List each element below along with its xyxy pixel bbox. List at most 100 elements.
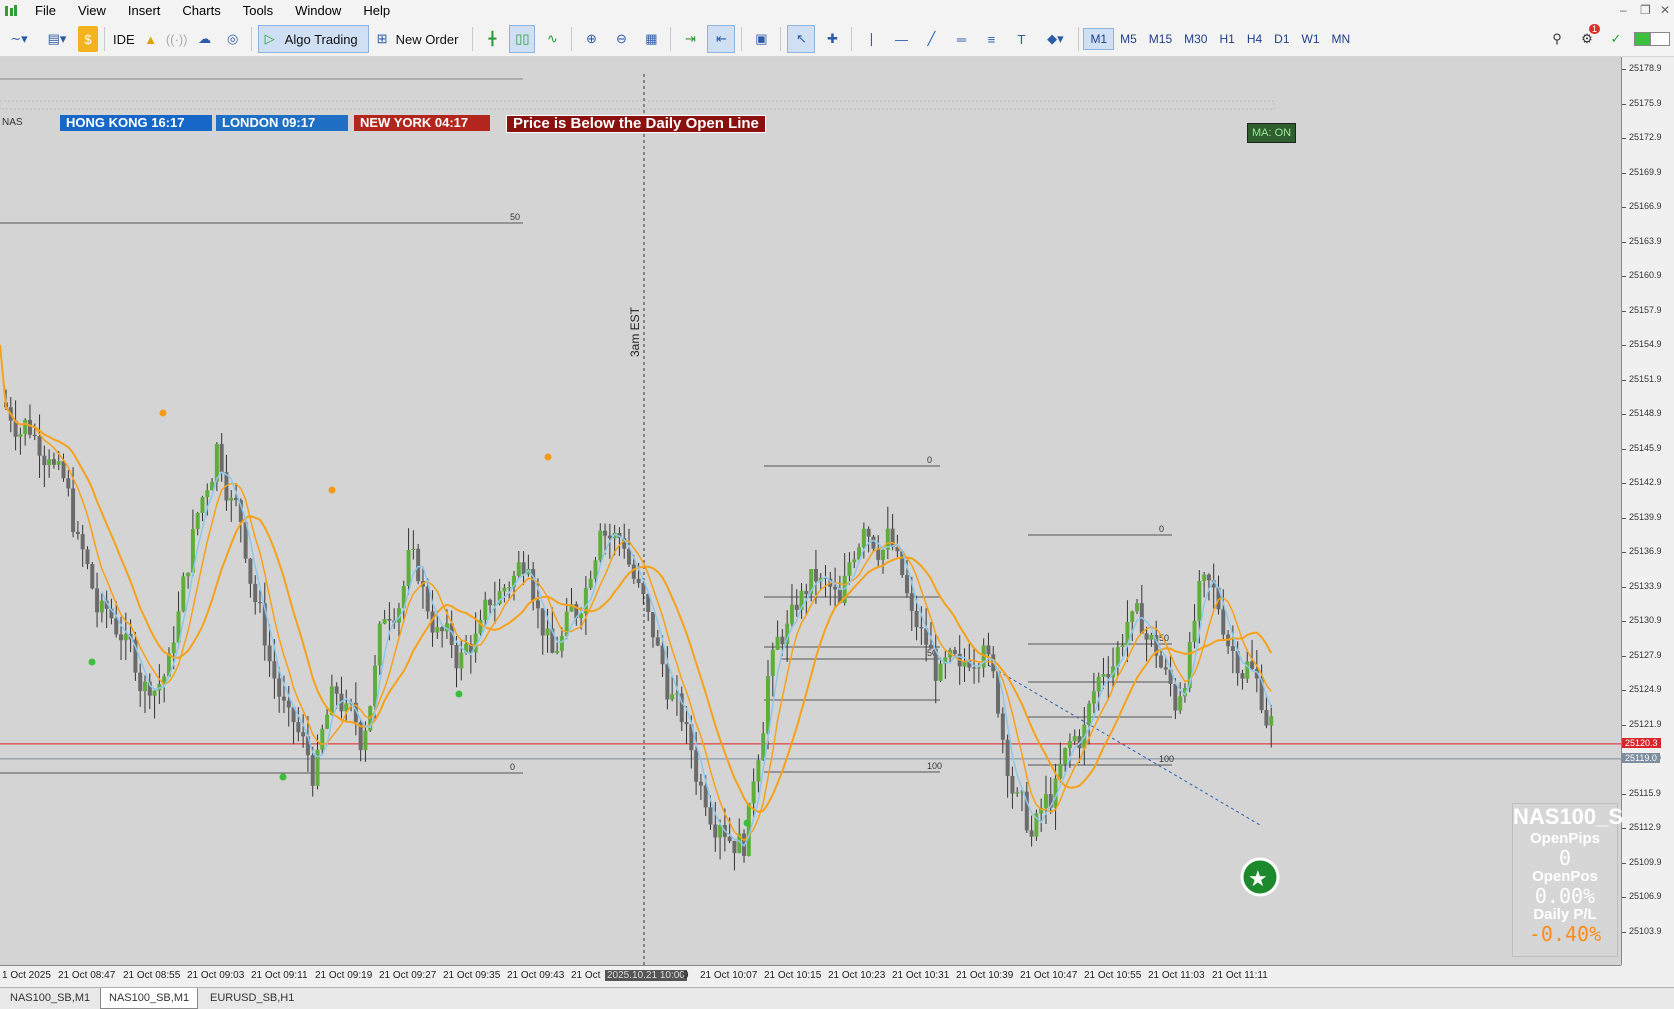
time-tick-label: 21 Oct 10:55 <box>1084 970 1142 981</box>
price-tick-label: 25121.9 <box>1629 718 1662 729</box>
candle-body-23 <box>114 618 119 635</box>
candle-body-244 <box>1173 683 1178 711</box>
candle-body-136 <box>655 637 660 646</box>
candle-body-122 <box>588 578 593 589</box>
candle-body-42 <box>205 490 210 498</box>
candle-body-47 <box>229 497 234 501</box>
horizontal-line-icon[interactable]: — <box>888 26 914 52</box>
candle-body-193 <box>928 644 933 649</box>
price-tick: 25103.9 <box>1622 926 1662 936</box>
menu-charts[interactable]: Charts <box>171 0 231 22</box>
chart-area[interactable]: 50 0 0 50 100 0 50 100 ★ HONG KONG 16:17 LONDON … <box>0 57 1621 965</box>
menu-window[interactable]: Window <box>284 0 352 22</box>
tf-h1[interactable]: H1 <box>1213 29 1240 49</box>
line-chart-icon[interactable]: ∿ <box>539 26 565 52</box>
price-tick-label: 25145.9 <box>1629 442 1662 453</box>
candle-body-18 <box>90 564 95 589</box>
toolbar: ∼▾ ▤▾ $ IDE ▲ ((·)) ☁ ◎ ▷ Algo Trading ⊞ N… <box>0 22 1674 57</box>
candle-body-45 <box>219 444 224 473</box>
signal-strength-icon[interactable]: ✓ <box>1604 26 1628 52</box>
algo-trading-button[interactable]: ▷ Algo Trading <box>257 25 369 53</box>
menu-view[interactable]: View <box>67 0 117 22</box>
chart-canvas[interactable]: 500050100050100★ <box>0 57 1621 965</box>
candle-body-28 <box>138 672 143 692</box>
bar-chart-icon[interactable]: ╋ <box>479 26 505 52</box>
time-tick-label: 21 Oct 09:03 <box>187 970 245 981</box>
restore-icon[interactable]: ❐ <box>1640 3 1651 17</box>
tf-m5[interactable]: M5 <box>1114 29 1143 49</box>
close-icon[interactable]: ✕ <box>1660 3 1670 17</box>
candle-body-115 <box>555 650 560 653</box>
candle-body-235 <box>1130 611 1135 622</box>
zoom-out-icon[interactable]: ⊖ <box>608 26 634 52</box>
tf-m1[interactable]: M1 <box>1083 28 1115 50</box>
price-tick: 25133.9 <box>1622 581 1662 591</box>
ide-button[interactable]: IDE <box>109 32 139 47</box>
notifications-icon[interactable]: ⚙ 1 <box>1574 24 1600 52</box>
candle-body-15 <box>75 531 80 535</box>
candle-body-167 <box>804 590 809 595</box>
screenshot-icon[interactable]: ▣ <box>748 26 774 52</box>
tab-nas100-2[interactable]: NAS100_SB,M1 <box>100 988 199 1009</box>
signal-icon[interactable]: ((·)) <box>165 26 189 52</box>
minimize-icon[interactable]: – <box>1620 3 1627 17</box>
cloud-icon[interactable]: ☁ <box>193 26 217 52</box>
candlestick-icon[interactable]: ▯▯ <box>509 25 536 53</box>
cursor-icon[interactable]: ↖ <box>787 25 816 53</box>
new-order-button[interactable]: ⊞ New Order <box>373 26 467 52</box>
chart-shift-icon[interactable]: ⇤ <box>707 25 736 53</box>
price-tick: 25142.9 <box>1622 477 1662 487</box>
candle-body-20 <box>99 600 104 613</box>
fibonacci-icon[interactable]: ≡ <box>978 26 1004 52</box>
zoom-in-icon[interactable]: ⊕ <box>578 26 604 52</box>
candle-body-78 <box>377 623 382 666</box>
search-icon[interactable]: ⚲ <box>1544 26 1570 52</box>
candle-body-41 <box>200 497 205 514</box>
candle-body-135 <box>650 611 655 638</box>
menu-help[interactable]: Help <box>352 0 401 22</box>
vertical-line-icon[interactable]: ❘ <box>858 26 884 52</box>
shapes-icon[interactable]: ◆▾ <box>1038 26 1072 52</box>
menu-tools[interactable]: Tools <box>232 0 284 22</box>
ma-status-badge[interactable]: MA: ON <box>1247 123 1297 143</box>
time-axis: 1 Oct 2025 21 Oct 08:47 21 Oct 08:55 21 Oct… <box>0 965 1621 988</box>
text-icon[interactable]: T <box>1008 26 1034 52</box>
tf-h4[interactable]: H4 <box>1241 29 1268 49</box>
candle-body-55 <box>267 645 272 662</box>
tf-m30[interactable]: M30 <box>1178 29 1213 49</box>
channel-icon[interactable]: ═ <box>948 26 974 52</box>
candle-body-227 <box>1091 691 1096 704</box>
market-icon[interactable]: $ <box>78 26 98 52</box>
menu-file[interactable]: File <box>24 0 67 22</box>
projection-line <box>987 664 1261 826</box>
autoscroll-icon[interactable]: ⇥ <box>677 26 703 52</box>
tab-nas100-1[interactable]: NAS100_SB,M1 <box>2 988 98 1008</box>
crosshair-icon[interactable]: ✚ <box>819 26 845 52</box>
candle-body-61 <box>296 722 301 733</box>
tab-eurusd[interactable]: EURUSD_SB,H1 <box>202 988 302 1008</box>
tf-mn[interactable]: MN <box>1326 29 1357 49</box>
candle-body-180 <box>866 528 871 537</box>
vps-icon[interactable]: ◎ <box>221 26 245 52</box>
templates-icon[interactable]: ▤▾ <box>40 26 74 52</box>
price-tick-label: 25115.9 <box>1629 787 1661 798</box>
grid-icon[interactable]: ▦ <box>638 26 664 52</box>
connection-bar-icon <box>1632 26 1672 52</box>
fractal-dot-6 <box>743 819 751 827</box>
fractal-dot-2 <box>544 453 552 461</box>
candle-body-233 <box>1120 645 1125 648</box>
menu-insert[interactable]: Insert <box>117 0 172 22</box>
lock-icon[interactable]: ▲ <box>141 26 161 52</box>
vline-label: 3am EST <box>628 306 642 357</box>
chart-type-icon[interactable]: ∼▾ <box>2 26 36 52</box>
price-tick: 25145.9 <box>1622 443 1662 453</box>
candle-body-17 <box>85 549 90 565</box>
time-tick-label: 21 Oct 09:11 <box>251 970 308 981</box>
candle-body-220 <box>1058 763 1063 779</box>
tf-w1[interactable]: W1 <box>1296 29 1326 49</box>
tf-m15[interactable]: M15 <box>1143 29 1178 49</box>
tf-d1[interactable]: D1 <box>1268 29 1295 49</box>
candle-body-111 <box>535 600 540 609</box>
candle-body-101 <box>488 599 493 606</box>
trendline-icon[interactable]: ╱ <box>918 26 944 52</box>
